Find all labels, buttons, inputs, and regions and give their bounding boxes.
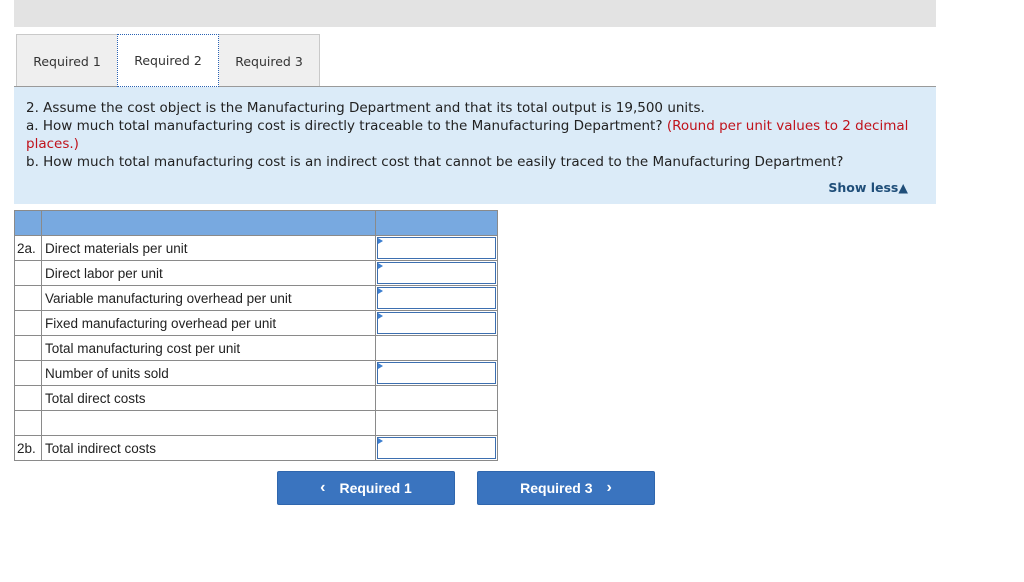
table-row: Number of units sold <box>14 360 498 386</box>
header-bar <box>14 0 936 27</box>
question-line-1: 2. Assume the cost object is the Manufac… <box>26 100 705 116</box>
tab-required-3[interactable]: Required 3 <box>218 34 320 87</box>
chevron-left-icon: ‹ <box>320 479 326 496</box>
row-value-cell <box>375 335 498 361</box>
question-line-2a: a. How much total manufacturing cost is … <box>26 118 909 152</box>
row-value-cell <box>375 285 498 311</box>
row-label: Number of units sold <box>41 360 376 386</box>
row-prefix <box>14 260 42 286</box>
answer-table: 2a. Direct materials per unit Direct labor… <box>14 210 498 461</box>
row-prefix <box>14 360 42 386</box>
question-panel: 2. Assume the cost object is the Manufac… <box>14 86 936 204</box>
answer-input[interactable] <box>377 262 496 284</box>
table-row: Variable manufacturing overhead per unit <box>14 285 498 311</box>
row-prefix: 2a. <box>14 235 42 261</box>
question-line-2b: b. How much total manufacturing cost is … <box>26 154 844 170</box>
prev-button-label: Required 1 <box>339 480 412 496</box>
row-value-cell <box>375 360 498 386</box>
tab-required-1[interactable]: Required 1 <box>16 34 118 87</box>
answer-input[interactable] <box>377 437 496 459</box>
table-row: Fixed manufacturing overhead per unit <box>14 310 498 336</box>
answer-input[interactable] <box>377 237 496 259</box>
table-row: 2a. Direct materials per unit <box>14 235 498 261</box>
row-value-cell <box>375 260 498 286</box>
row-value-cell <box>375 435 498 461</box>
row-prefix: 2b. <box>14 435 42 461</box>
table-row: Direct labor per unit <box>14 260 498 286</box>
row-label: Variable manufacturing overhead per unit <box>41 285 376 311</box>
answer-input[interactable] <box>377 287 496 309</box>
row-value-cell <box>375 410 498 436</box>
table-row: 2b. Total indirect costs <box>14 435 498 461</box>
answer-input[interactable] <box>377 362 496 384</box>
table-header-row <box>14 210 498 236</box>
row-prefix <box>14 285 42 311</box>
chevron-right-icon: › <box>606 479 612 496</box>
next-required-3-button[interactable]: Required 3 › <box>477 471 655 505</box>
table-row: Total direct costs <box>14 385 498 411</box>
requirement-tabs: Required 1 Required 2 Required 3 <box>16 34 320 87</box>
row-label: Direct labor per unit <box>41 260 376 286</box>
answer-input[interactable] <box>377 312 496 334</box>
row-label <box>41 410 376 436</box>
row-label: Fixed manufacturing overhead per unit <box>41 310 376 336</box>
prev-required-1-button[interactable]: ‹ Required 1 <box>277 471 455 505</box>
row-value-cell <box>375 385 498 411</box>
next-button-label: Required 3 <box>520 480 593 496</box>
table-row <box>14 410 498 436</box>
row-prefix <box>14 410 42 436</box>
table-row: Total manufacturing cost per unit <box>14 335 498 361</box>
show-less-link[interactable]: Show less▲ <box>828 179 908 197</box>
row-prefix <box>14 310 42 336</box>
row-prefix <box>14 385 42 411</box>
tab-required-2[interactable]: Required 2 <box>117 34 219 87</box>
row-prefix <box>14 335 42 361</box>
row-label: Total direct costs <box>41 385 376 411</box>
row-label: Total indirect costs <box>41 435 376 461</box>
row-label: Total manufacturing cost per unit <box>41 335 376 361</box>
row-value-cell <box>375 235 498 261</box>
row-value-cell <box>375 310 498 336</box>
row-label: Direct materials per unit <box>41 235 376 261</box>
